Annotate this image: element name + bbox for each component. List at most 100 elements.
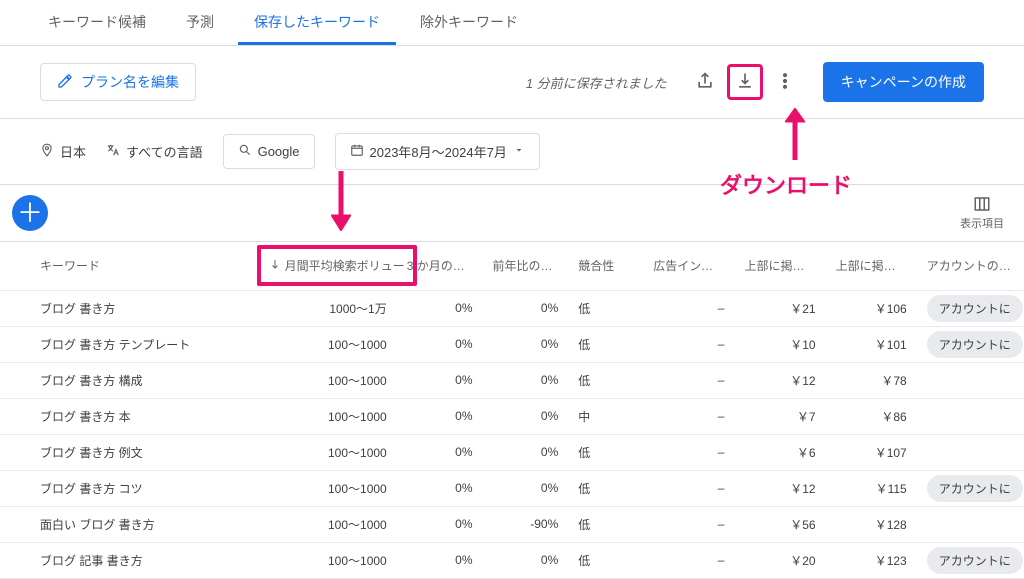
col-imp-share[interactable]: 広告インプレッ…	[643, 242, 734, 290]
edit-plan-button[interactable]: プラン名を編集	[40, 63, 196, 101]
cell-keyword: ブログ 書き方 本	[0, 398, 247, 434]
cell-imp-share: –	[643, 326, 734, 362]
pencil-icon	[57, 73, 73, 92]
cell-account-status: アカウントに	[917, 326, 1024, 362]
network-label: Google	[258, 144, 300, 159]
cell-trend-3m: 0%	[397, 362, 483, 398]
cell-volume: 100～1000	[247, 506, 397, 542]
cell-account-status	[917, 362, 1024, 398]
language-chip[interactable]: すべての言語	[106, 142, 203, 161]
tab-saved-keywords[interactable]: 保存したキーワード	[238, 0, 396, 45]
table-row[interactable]: ブログ 記事 書き方100～10000%0%低–￥20￥123アカウントに	[0, 542, 1024, 578]
cell-imp-share: –	[643, 362, 734, 398]
cell-volume: 100～1000	[247, 362, 397, 398]
location-chip[interactable]: 日本	[40, 142, 86, 161]
cell-top-bid-low: ￥20	[734, 542, 825, 578]
cell-top-bid-high: ￥128	[826, 506, 917, 542]
share-button[interactable]	[687, 64, 723, 100]
cell-keyword: ブログ 記事 書き方	[0, 542, 247, 578]
table-row[interactable]: ブログ 書き方 コツ100～10000%0%低–￥12￥115アカウントに	[0, 470, 1024, 506]
cell-keyword: ブログ 書き方 例文	[0, 434, 247, 470]
cell-trend-yoy: 0%	[482, 470, 568, 506]
cell-volume: 100～1000	[247, 326, 397, 362]
cell-imp-share: –	[643, 506, 734, 542]
cell-account-status	[917, 506, 1024, 542]
cell-imp-share: –	[643, 470, 734, 506]
cell-volume: 100～1000	[247, 542, 397, 578]
cell-competition: 低	[568, 326, 643, 362]
table-row[interactable]: ブログ 書き方 本100～10000%0%中–￥7￥86	[0, 398, 1024, 434]
search-partners-icon	[238, 143, 252, 160]
cell-imp-share: –	[643, 398, 734, 434]
more-menu-button[interactable]	[767, 64, 803, 100]
cell-top-bid-high: ￥123	[826, 542, 917, 578]
cell-top-bid-high: ￥106	[826, 290, 917, 326]
cell-trend-yoy: 0%	[482, 542, 568, 578]
table-row[interactable]: ブログ 書き方 例文100～10000%0%低–￥6￥107	[0, 434, 1024, 470]
status-badge[interactable]: アカウントに	[927, 547, 1023, 574]
create-campaign-button[interactable]: キャンペーンの作成	[823, 62, 984, 102]
col-account-status[interactable]: アカウントのス…	[917, 242, 1024, 290]
table-header-row: キーワード 月間平均検索ボリュー 3 か月の推移 前年比の推移 競合性 広告イン…	[0, 242, 1024, 290]
cell-trend-yoy: 0%	[482, 290, 568, 326]
col-top-bid-high[interactable]: 上部に掲載され	[826, 242, 917, 290]
cell-competition: 低	[568, 434, 643, 470]
date-range-chip[interactable]: 2023年8月～2024年7月	[335, 133, 540, 170]
cell-trend-yoy: 0%	[482, 362, 568, 398]
columns-toggle[interactable]: 表示項目	[960, 195, 1012, 231]
cell-account-status: アカウントに	[917, 290, 1024, 326]
cell-trend-3m: 0%	[397, 470, 483, 506]
col-trend-yoy[interactable]: 前年比の推移	[482, 242, 568, 290]
cell-keyword: ブログ 書き方 コツ	[0, 470, 247, 506]
col-top-bid-low[interactable]: 上部に掲載され	[734, 242, 825, 290]
cell-trend-3m: 0%	[397, 434, 483, 470]
cell-top-bid-high: ￥101	[826, 326, 917, 362]
cell-top-bid-high: ￥86	[826, 398, 917, 434]
columns-label: 表示項目	[960, 218, 1004, 230]
cell-trend-yoy: -90%	[482, 506, 568, 542]
keyword-table: キーワード 月間平均検索ボリュー 3 か月の推移 前年比の推移 競合性 広告イン…	[0, 242, 1024, 579]
cell-keyword: 面白い ブログ 書き方	[0, 506, 247, 542]
calendar-icon	[350, 143, 364, 160]
tab-negative-keywords[interactable]: 除外キーワード	[404, 0, 534, 45]
col-competition[interactable]: 競合性	[568, 242, 643, 290]
add-keyword-button[interactable]: ＋	[12, 195, 48, 231]
cell-volume: 1000～1万	[247, 290, 397, 326]
cell-imp-share: –	[643, 434, 734, 470]
cell-keyword: ブログ 書き方 テンプレート	[0, 326, 247, 362]
more-vert-icon	[775, 71, 795, 94]
cell-top-bid-high: ￥107	[826, 434, 917, 470]
cell-top-bid-low: ￥12	[734, 470, 825, 506]
location-icon	[40, 143, 54, 160]
status-badge[interactable]: アカウントに	[927, 331, 1023, 358]
edit-plan-label: プラン名を編集	[81, 72, 179, 92]
status-badge[interactable]: アカウントに	[927, 295, 1023, 322]
table-row[interactable]: ブログ 書き方1000～1万0%0%低–￥21￥106アカウントに	[0, 290, 1024, 326]
network-chip[interactable]: Google	[223, 134, 315, 169]
download-icon	[735, 71, 755, 94]
cell-top-bid-low: ￥21	[734, 290, 825, 326]
cell-competition: 中	[568, 398, 643, 434]
cell-keyword: ブログ 書き方 構成	[0, 362, 247, 398]
cell-trend-3m: 0%	[397, 290, 483, 326]
download-button[interactable]	[727, 64, 763, 100]
table-row[interactable]: ブログ 書き方 テンプレート100～10000%0%低–￥10￥101アカウント…	[0, 326, 1024, 362]
col-keyword[interactable]: キーワード	[0, 242, 247, 290]
cell-imp-share: –	[643, 542, 734, 578]
cell-trend-yoy: 0%	[482, 398, 568, 434]
cell-trend-yoy: 0%	[482, 434, 568, 470]
tab-candidates[interactable]: キーワード候補	[32, 0, 162, 45]
cell-keyword: ブログ 書き方	[0, 290, 247, 326]
tab-forecast[interactable]: 予測	[170, 0, 230, 45]
location-label: 日本	[60, 142, 86, 161]
table-row[interactable]: 面白い ブログ 書き方100～10000%-90%低–￥56￥128	[0, 506, 1024, 542]
cell-top-bid-low: ￥12	[734, 362, 825, 398]
cell-trend-3m: 0%	[397, 326, 483, 362]
status-badge[interactable]: アカウントに	[927, 475, 1023, 502]
cell-volume: 100～1000	[247, 434, 397, 470]
table-row[interactable]: ブログ 書き方 構成100～10000%0%低–￥12￥78	[0, 362, 1024, 398]
chevron-down-icon	[513, 144, 525, 159]
cell-top-bid-high: ￥115	[826, 470, 917, 506]
cell-account-status	[917, 434, 1024, 470]
col-volume[interactable]: 月間平均検索ボリュー	[247, 242, 397, 290]
